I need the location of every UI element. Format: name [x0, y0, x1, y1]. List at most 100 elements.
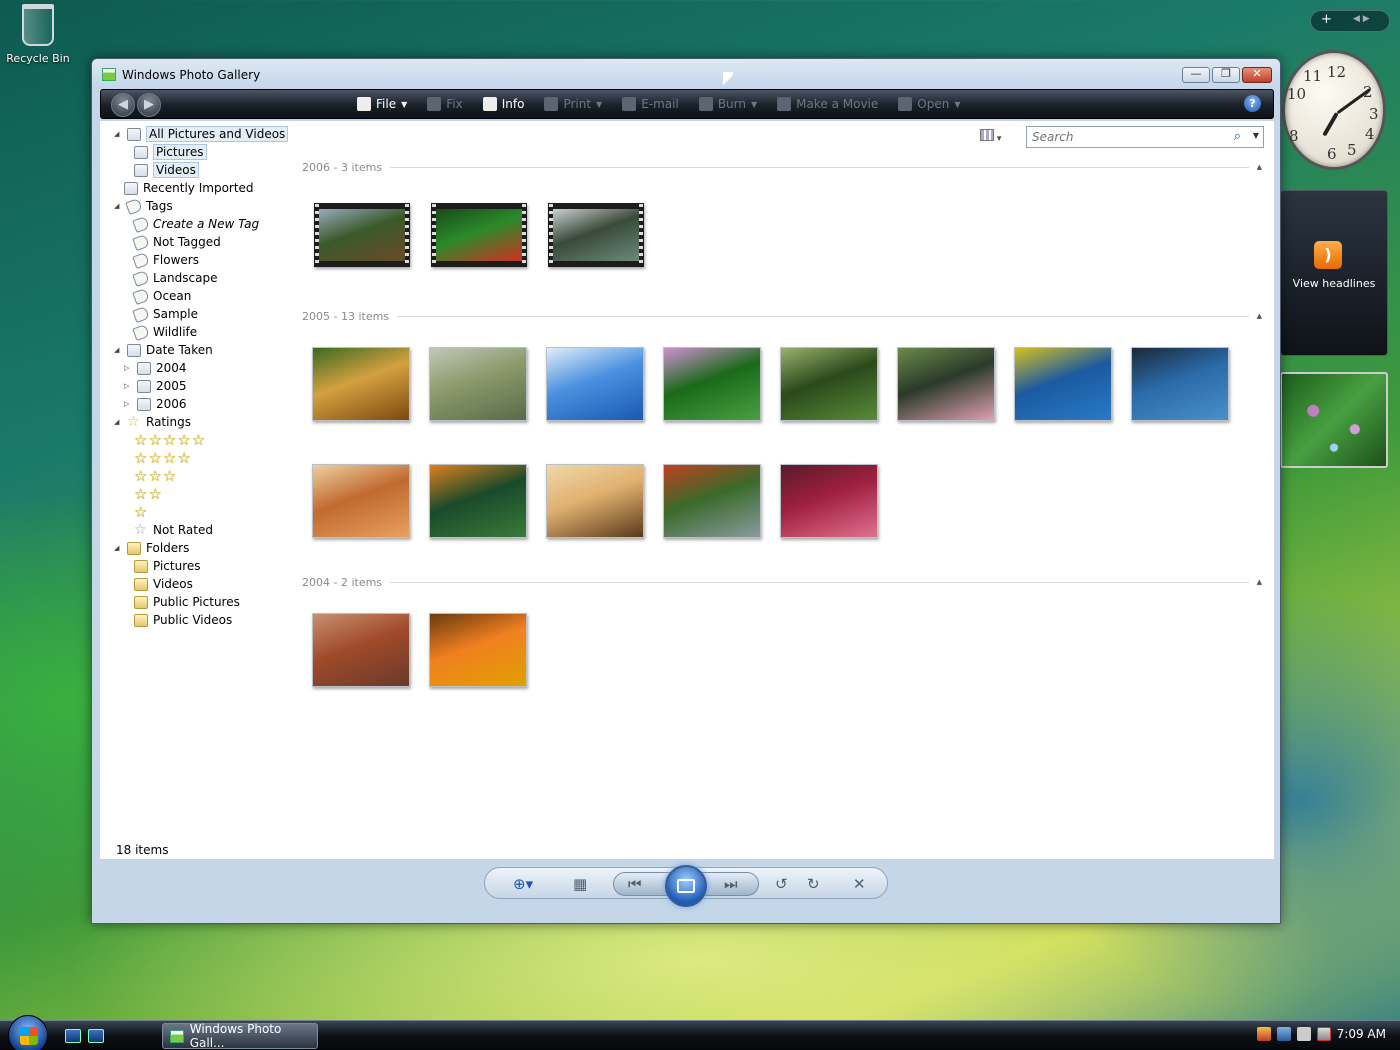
photo-thumbnail[interactable] [1014, 347, 1112, 421]
video-thumbnail[interactable] [431, 203, 527, 267]
nav-year-2006[interactable]: ▷ 2006 [124, 395, 187, 413]
collapse-arrow-icon[interactable]: ◢ [114, 346, 122, 354]
slideshow-gadget[interactable] [1280, 372, 1388, 468]
nav-folder-public-videos[interactable]: Public Videos [134, 611, 232, 629]
nav-folder-videos[interactable]: Videos [134, 575, 193, 593]
nav-pictures[interactable]: Pictures [134, 143, 207, 161]
toolbar-open-button[interactable]: Open ▼ [898, 97, 960, 111]
minimize-button[interactable]: — [1182, 67, 1210, 83]
toolbar-e-mail-button[interactable]: E-mail [622, 97, 679, 111]
nav-ratings[interactable]: ◢ ☆ Ratings [114, 413, 191, 431]
photo-thumbnail[interactable] [663, 464, 761, 538]
photo-thumbnail[interactable] [1131, 347, 1229, 421]
display-icon[interactable] [1296, 1027, 1311, 1041]
group-header-2004[interactable]: 2004 - 2 items ▲ [302, 575, 1262, 589]
expand-arrow-icon[interactable]: ▷ [124, 382, 132, 390]
nav-rating-2[interactable]: ☆☆ [134, 485, 163, 503]
forward-button[interactable]: ▶ [137, 93, 161, 117]
nav-rating-4[interactable]: ☆☆☆☆ [134, 449, 192, 467]
add-gadget-button[interactable]: + [1321, 12, 1332, 27]
show-desktop-icon[interactable] [65, 1029, 81, 1043]
photo-thumbnail[interactable] [312, 613, 410, 687]
photo-thumbnail[interactable] [312, 464, 410, 538]
collapse-arrow-icon[interactable]: ◢ [114, 544, 122, 552]
group-header-2005[interactable]: 2005 - 13 items ▲ [302, 309, 1262, 323]
feed-headlines-gadget[interactable]: ) View headlines [1280, 190, 1388, 356]
nav-tag-landscape[interactable]: Landscape [132, 269, 217, 287]
photo-thumbnail[interactable] [780, 347, 878, 421]
nav-year-2005[interactable]: ▷ 2005 [124, 377, 187, 395]
nav-tag-wildlife[interactable]: Wildlife [132, 323, 197, 341]
delete-button[interactable]: ✕ [853, 875, 866, 893]
nav-recently-imported[interactable]: Recently Imported [124, 179, 254, 197]
video-thumbnail[interactable] [314, 203, 410, 267]
clock-time[interactable]: 7:09 AM [1337, 1027, 1386, 1041]
nav-year-2004[interactable]: ▷ 2004 [124, 359, 187, 377]
expand-arrow-icon[interactable]: ▷ [124, 364, 132, 372]
search-options-arrow-icon[interactable]: ▼ [1253, 131, 1259, 140]
rotate-counterclockwise-button[interactable]: ↺ [775, 875, 788, 893]
expand-arrow-icon[interactable]: ▷ [124, 400, 132, 408]
search-box[interactable]: ⌕ ▼ [1026, 126, 1264, 148]
photo-thumbnail[interactable] [546, 464, 644, 538]
nav-folder-pictures[interactable]: Pictures [134, 557, 201, 575]
photo-thumbnail[interactable] [663, 347, 761, 421]
toolbar-make-a-movie-button[interactable]: Make a Movie [777, 97, 878, 111]
group-header-2006[interactable]: 2006 - 3 items ▲ [302, 160, 1262, 174]
toolbar-print-button[interactable]: Print ▼ [544, 97, 602, 111]
photo-thumbnail[interactable] [312, 347, 410, 421]
nav-not-tagged[interactable]: Not Tagged [132, 233, 221, 251]
video-thumbnail[interactable] [548, 203, 644, 267]
nav-tags[interactable]: ◢ Tags [114, 197, 173, 215]
nav-tag-sample[interactable]: Sample [132, 305, 198, 323]
zoom-button[interactable]: ⊕▾ [513, 875, 533, 893]
photo-thumbnail[interactable] [429, 347, 527, 421]
toolbar-file-button[interactable]: File ▼ [357, 97, 407, 111]
taskbar-photo-gallery-button[interactable]: Windows Photo Gall... [162, 1022, 318, 1050]
collapse-group-icon[interactable]: ▲ [1257, 578, 1262, 586]
photo-thumbnail[interactable] [429, 613, 527, 687]
nav-rating-5[interactable]: ☆☆☆☆☆ [134, 431, 206, 449]
rotate-clockwise-button[interactable]: ↻ [807, 875, 820, 893]
nav-not-rated[interactable]: ☆ Not Rated [134, 521, 213, 539]
search-input[interactable] [1027, 127, 1217, 147]
network-icon[interactable] [1276, 1027, 1291, 1041]
collapse-arrow-icon[interactable]: ◢ [114, 130, 122, 138]
slideshow-button[interactable] [665, 865, 707, 907]
title-bar[interactable]: Windows Photo Gallery — ❐ ✕ [92, 59, 1280, 87]
collapse-arrow-icon[interactable]: ◢ [114, 202, 122, 210]
nav-date-taken[interactable]: ◢ Date Taken [114, 341, 213, 359]
nav-all-pictures-and-videos[interactable]: ◢ All Pictures and Videos [114, 125, 289, 143]
help-button[interactable]: ? [1244, 95, 1261, 112]
back-button[interactable]: ◀ [111, 93, 135, 117]
previous-button[interactable]: ⏮ [628, 875, 642, 893]
nav-folder-public-pictures[interactable]: Public Pictures [134, 593, 240, 611]
maximize-button[interactable]: ❐ [1212, 67, 1240, 83]
search-icon[interactable]: ⌕ [1234, 129, 1241, 144]
next-button[interactable]: ⏭ [724, 875, 738, 893]
volume-muted-icon[interactable] [1316, 1027, 1331, 1041]
nav-folders[interactable]: ◢ Folders [114, 539, 189, 557]
start-button[interactable] [8, 1015, 48, 1050]
collapse-arrow-icon[interactable]: ◢ [114, 418, 122, 426]
photo-thumbnail[interactable] [429, 464, 527, 538]
collapse-group-icon[interactable]: ▲ [1257, 312, 1262, 320]
gadget-nav-buttons[interactable]: ◀ ▶ [1353, 14, 1370, 24]
nav-tag-flowers[interactable]: Flowers [132, 251, 199, 269]
nav-videos[interactable]: Videos [134, 161, 199, 179]
nav-rating-1[interactable]: ☆ [134, 503, 148, 521]
nav-create-tag[interactable]: Create a New Tag [132, 215, 259, 233]
nav-rating-3[interactable]: ☆☆☆ [134, 467, 177, 485]
close-button[interactable]: ✕ [1242, 67, 1272, 83]
switch-windows-icon[interactable] [88, 1029, 104, 1043]
photo-thumbnail[interactable] [897, 347, 995, 421]
recycle-bin[interactable]: Recycle Bin [4, 4, 72, 65]
sidebar-gadget-toolbar[interactable]: + ◀ ▶ [1310, 10, 1390, 32]
nav-tag-ocean[interactable]: Ocean [132, 287, 191, 305]
photo-thumbnail[interactable] [546, 347, 644, 421]
view-options-button[interactable]: ▾ [980, 129, 1014, 145]
toolbar-fix-button[interactable]: Fix [427, 97, 463, 111]
collapse-group-icon[interactable]: ▲ [1257, 163, 1262, 171]
clock-gadget[interactable]: 12 2 3 4 5 6 8 10 11 [1280, 50, 1388, 174]
toolbar-burn-button[interactable]: Burn ▼ [698, 97, 757, 111]
